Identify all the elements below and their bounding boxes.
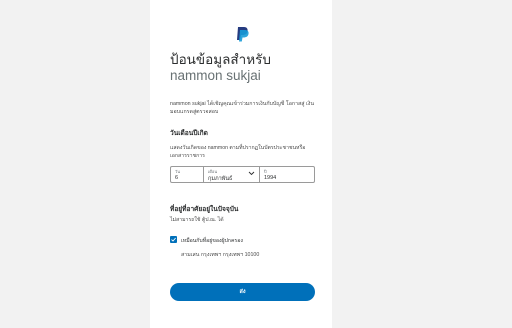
day-value: 6 (175, 175, 179, 181)
year-value: 1994 (264, 175, 277, 181)
dob-heading: วันเดือนปีเกิด (170, 130, 208, 137)
day-label: วัน (175, 169, 180, 174)
day-field[interactable]: วัน 6 (171, 167, 204, 182)
page-title: ป้อนข้อมูลสำหรับ nammon sukjai (170, 52, 320, 84)
address-heading: ที่อยู่ที่อาศัยอยู่ในปัจจุบัน (170, 206, 239, 213)
enrollment-card: ป้อนข้อมูลสำหรับ nammon sukjai nammon su… (150, 0, 332, 328)
title-prefix: ป้อนข้อมูลสำหรับ (170, 52, 271, 67)
month-value: กุมภาพันธ์ (208, 176, 233, 182)
title-name: nammon sukjai (170, 68, 261, 83)
dob-note: แสดงวันเกิดของ nammon ตามที่ปรากฏในบัตรป… (170, 145, 306, 159)
checkmark-icon (171, 237, 176, 242)
chevron-down-icon (248, 171, 255, 176)
paypal-logo-icon (237, 27, 249, 42)
invite-description: nammon sukjai ได้เชิญคุณเข้าร่วมการเงินก… (170, 101, 315, 115)
submit-button[interactable]: ส่ง (170, 283, 315, 301)
dob-fieldset: วัน 6 เดือน กุมภาพันธ์ ปี 1994 (170, 166, 315, 183)
same-address-checkbox[interactable] (170, 236, 177, 243)
month-select[interactable]: เดือน กุมภาพันธ์ (204, 167, 260, 182)
address-note: ไม่สามารถใช้ ตู้ป.ณ. ได้ (170, 217, 224, 223)
same-address-label: เหมือนกับที่อยู่ของผู้ปกครอง (181, 238, 243, 244)
year-field[interactable]: ปี 1994 (260, 167, 314, 182)
month-label: เดือน (208, 169, 218, 174)
year-label: ปี (264, 169, 267, 174)
address-value: สามเสน กรุงเทพฯ กรุงเทพฯ 10100 (181, 252, 260, 258)
